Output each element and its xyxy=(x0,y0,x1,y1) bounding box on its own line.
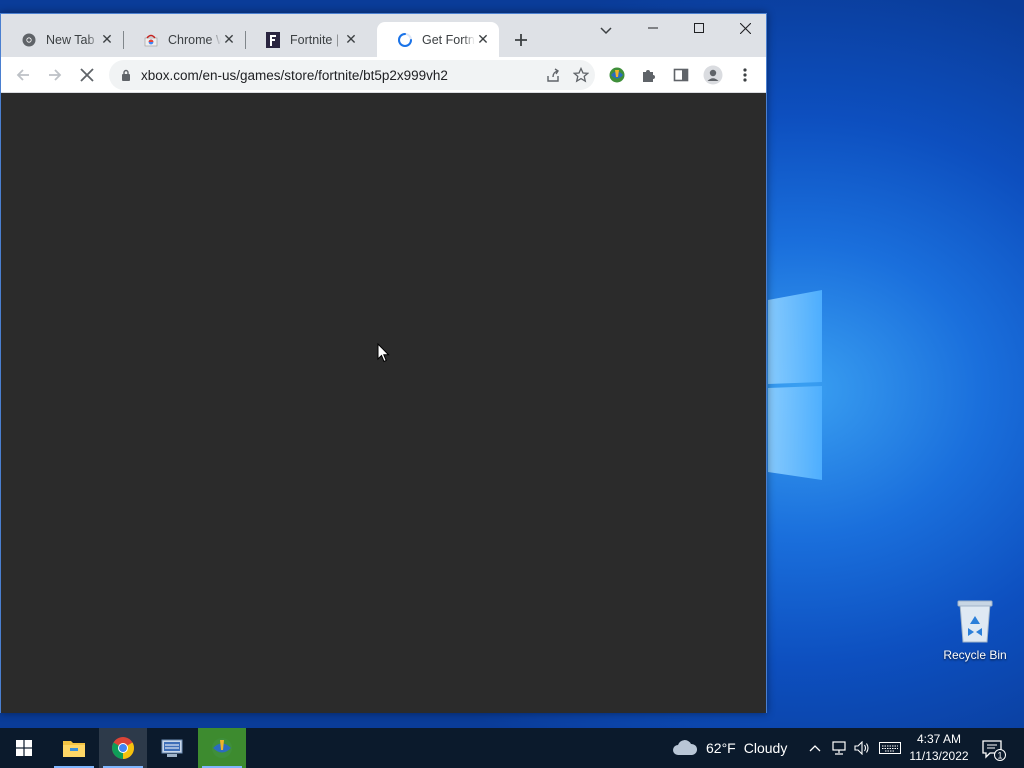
share-icon[interactable] xyxy=(539,61,567,89)
recycle-bin-icon xyxy=(957,600,993,643)
avatar-icon xyxy=(703,65,723,85)
notification-icon: 1 xyxy=(982,740,1006,761)
tab-label: Fortnite | Free-to-Play xyxy=(290,32,343,47)
taskbar-file-explorer[interactable] xyxy=(50,728,98,768)
start-button[interactable] xyxy=(0,728,48,768)
weather-condition: Cloudy xyxy=(743,740,788,756)
close-icon xyxy=(739,22,751,34)
tab-chrome-web-store[interactable]: Chrome Web Store ✕ xyxy=(123,22,246,57)
windows-start-icon xyxy=(16,740,32,756)
close-tab-icon[interactable]: ✕ xyxy=(221,31,237,48)
arrow-right-icon xyxy=(49,69,62,81)
browser-toolbar: xbox.com/en-us/games/store/fortnite/bt5p… xyxy=(1,57,766,93)
folder-icon xyxy=(63,741,85,757)
system-clock[interactable]: 4:37 AM 11/13/2022 xyxy=(904,731,974,765)
maximize-icon xyxy=(694,23,704,33)
download-manager-icon xyxy=(212,738,232,758)
loading-spinner-icon xyxy=(397,32,413,48)
touch-keyboard-button[interactable] xyxy=(878,738,902,758)
clock-time: 4:37 AM xyxy=(916,732,962,746)
tab-new-tab[interactable]: New Tab ✕ xyxy=(1,22,124,57)
notification-count: 1 xyxy=(997,751,1002,761)
puzzle-icon xyxy=(643,70,655,82)
tab-label: Get Fortnite xyxy=(422,32,475,47)
network-icon xyxy=(832,741,846,755)
speaker-icon xyxy=(854,741,869,755)
network-tray-button[interactable] xyxy=(829,738,849,758)
close-tab-icon[interactable]: ✕ xyxy=(475,31,491,48)
recycle-bin-label: Recycle Bin xyxy=(943,648,1007,662)
tab-get-fortnite[interactable]: Get Fortnite ✕ xyxy=(377,22,499,57)
lock-icon xyxy=(122,69,130,81)
tab-label: New Tab xyxy=(46,32,95,47)
show-hidden-icons-button[interactable] xyxy=(805,738,825,758)
cloud-icon xyxy=(673,740,698,755)
extension-idm-button[interactable] xyxy=(603,61,631,89)
network-app-icon xyxy=(161,739,183,757)
tab-search-button[interactable] xyxy=(595,20,617,42)
clock-date: 11/13/2022 xyxy=(909,749,969,763)
close-tab-icon[interactable]: ✕ xyxy=(99,31,115,48)
maximize-button[interactable] xyxy=(676,14,722,42)
minimize-button[interactable] xyxy=(630,14,676,42)
tab-fortnite[interactable]: Fortnite | Free-to-Play ✕ xyxy=(245,22,367,57)
taskbar-chrome[interactable] xyxy=(99,728,147,768)
plus-icon xyxy=(515,34,527,46)
arrow-left-icon xyxy=(16,69,29,81)
action-center-button[interactable]: 1 xyxy=(980,736,1006,762)
close-window-button[interactable] xyxy=(722,14,768,42)
url-text: xbox.com/en-us/games/store/fortnite/bt5p… xyxy=(141,67,448,83)
chrome-window: New Tab ✕ Chrome Web Store ✕ Fortnite | … xyxy=(0,13,767,713)
chevron-down-icon xyxy=(600,27,612,35)
close-icon xyxy=(80,68,94,82)
keyboard-icon xyxy=(879,742,901,754)
address-bar[interactable]: xbox.com/en-us/games/store/fortnite/bt5p… xyxy=(109,60,595,90)
chrome-icon xyxy=(112,737,134,759)
weather-widget[interactable]: 62°F Cloudy xyxy=(672,728,787,768)
profile-button[interactable] xyxy=(699,61,727,89)
fortnite-icon xyxy=(265,31,281,48)
taskbar: 62°F Cloudy 4:37 AM 11/13/2022 1 xyxy=(0,728,1024,768)
chrome-menu-button[interactable] xyxy=(731,61,759,89)
mouse-cursor-icon xyxy=(377,343,390,363)
chevron-up-icon xyxy=(809,745,821,752)
page-content-loading[interactable] xyxy=(1,93,766,713)
chrome-icon xyxy=(21,32,37,48)
extensions-button[interactable] xyxy=(635,61,663,89)
minimize-icon xyxy=(648,27,658,29)
weather-temperature: 62°F xyxy=(706,740,736,756)
tab-label: Chrome Web Store xyxy=(168,32,221,47)
back-button[interactable] xyxy=(9,61,37,89)
close-tab-icon[interactable]: ✕ xyxy=(343,31,359,48)
new-tab-button[interactable] xyxy=(509,28,533,52)
bookmark-star-icon[interactable] xyxy=(567,61,595,89)
stop-loading-button[interactable] xyxy=(73,61,101,89)
taskbar-download-manager[interactable] xyxy=(198,728,246,768)
tab-strip: New Tab ✕ Chrome Web Store ✕ Fortnite | … xyxy=(1,14,766,57)
recycle-bin[interactable]: Recycle Bin xyxy=(938,598,1012,674)
taskbar-app-network[interactable] xyxy=(148,728,196,768)
side-panel-icon xyxy=(673,68,689,82)
side-panel-button[interactable] xyxy=(667,61,695,89)
download-manager-icon xyxy=(609,67,625,83)
kebab-menu-icon xyxy=(743,68,747,82)
web-store-icon xyxy=(143,32,159,48)
volume-tray-button[interactable] xyxy=(852,738,872,758)
forward-button[interactable] xyxy=(41,61,69,89)
